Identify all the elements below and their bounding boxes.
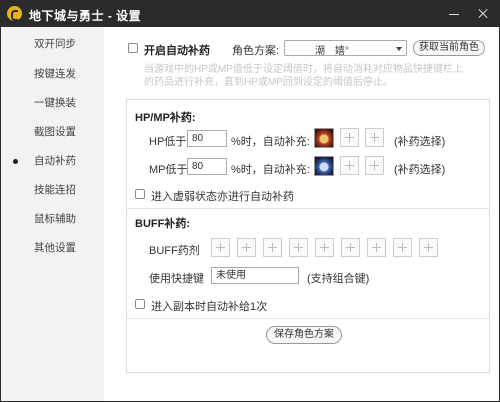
mp-threshold-input[interactable]: 80	[187, 158, 227, 175]
minimize-icon[interactable]	[446, 5, 462, 21]
hp-add-potion-plus-icon[interactable]	[340, 128, 359, 147]
hotkey-input[interactable]: 未使用	[211, 267, 299, 284]
app-logo-icon	[7, 6, 22, 21]
get-current-role-button[interactable]: 获取当前角色	[413, 40, 485, 56]
sidebar-nav: 双开同步 按键连发 一键换装 截图设置 自动补药 技能连招 鼠标辅助 其他设置	[1, 27, 104, 401]
role-scheme-value: 潮 嬉°	[315, 46, 349, 57]
buff-slot-plus-icon[interactable]	[237, 238, 256, 257]
mp-add-potion-plus-icon[interactable]	[365, 156, 384, 175]
hp-threshold-label: HP低于	[149, 136, 187, 148]
settings-window: 地下城与勇士 - 设置 双开同步 按键连发 一键换装 截图设置 自动补药 技能连…	[0, 0, 500, 402]
section-divider	[127, 208, 489, 209]
close-icon[interactable]	[475, 5, 491, 21]
hint-line-2: 的药品进行补充，直到HP或MP回到设定的阈值后停止。	[144, 77, 393, 88]
main-content: 开启自动补药 角色方案: 潮 嬉° 获取当前角色 当游戏中的HP或MP值低于设定…	[104, 27, 499, 401]
buff-slot-plus-icon[interactable]	[419, 238, 438, 257]
sidebar-item-other[interactable]: 其他设置	[1, 237, 104, 259]
role-scheme-select[interactable]: 潮 嬉°	[284, 40, 407, 57]
mp-threshold-suffix: %时，自动补充:	[231, 164, 310, 176]
buff-slot-plus-icon[interactable]	[263, 238, 282, 257]
buff-slot-plus-icon[interactable]	[341, 238, 360, 257]
sidebar-item-mouse-assist[interactable]: 鼠标辅助	[1, 208, 104, 230]
enable-auto-potion-checkbox[interactable]	[128, 43, 138, 53]
mp-potion-icon[interactable]	[314, 156, 334, 176]
potion-settings-panel: HP/MP补药: HP低于 80 %时，自动补充: (补药选择) MP低于 80…	[126, 99, 490, 373]
hotkey-label: 使用快捷键	[149, 273, 204, 285]
buff-potion-label: BUFF药剂	[149, 245, 200, 257]
mp-threshold-label: MP低于	[149, 164, 188, 176]
buff-slot-plus-icon[interactable]	[211, 238, 230, 257]
hpmp-section-title: HP/MP补药:	[135, 112, 196, 124]
enable-auto-potion-label: 开启自动补药	[144, 45, 210, 57]
mp-add-potion-plus-icon[interactable]	[340, 156, 359, 175]
chevron-down-icon	[396, 47, 402, 51]
section-divider	[127, 318, 489, 319]
sidebar-item-screenshot[interactable]: 截图设置	[1, 121, 104, 143]
dungeon-auto-supply-checkbox[interactable]	[135, 299, 145, 309]
weak-state-checkbox[interactable]	[135, 189, 145, 199]
buff-slot-plus-icon[interactable]	[393, 238, 412, 257]
buff-section-title: BUFF补药:	[135, 218, 190, 230]
save-role-scheme-button[interactable]: 保存角色方案	[266, 326, 342, 344]
sidebar-item-auto-potion[interactable]: 自动补药	[1, 150, 104, 172]
hp-potion-select-hint: (补药选择)	[394, 136, 446, 148]
sidebar-item-skill-combo[interactable]: 技能连招	[1, 179, 104, 201]
hp-threshold-input[interactable]: 80	[187, 130, 227, 147]
hp-add-potion-plus-icon[interactable]	[365, 128, 384, 147]
weak-state-label: 进入虚弱状态亦进行自动补药	[151, 191, 294, 203]
sidebar-item-multi-sync[interactable]: 双开同步	[1, 33, 104, 55]
buff-slot-plus-icon[interactable]	[289, 238, 308, 257]
dungeon-auto-supply-label: 进入副本时自动补给1次	[151, 301, 268, 313]
sidebar-item-quick-equip[interactable]: 一键换装	[1, 92, 104, 114]
role-scheme-label: 角色方案:	[232, 45, 280, 57]
hotkey-hint: (支持组合键)	[307, 273, 370, 285]
buff-slot-plus-icon[interactable]	[367, 238, 386, 257]
window-title: 地下城与勇士 - 设置	[29, 9, 142, 23]
buff-slot-plus-icon[interactable]	[315, 238, 334, 257]
sidebar-item-key-repeat[interactable]: 按键连发	[1, 63, 104, 85]
hp-potion-icon[interactable]	[314, 128, 334, 148]
mp-potion-select-hint: (补药选择)	[394, 164, 446, 176]
title-bar: 地下城与勇士 - 设置	[1, 1, 499, 27]
hint-line-1: 当游戏中的HP或MP值低于设定阈值时，将自动消耗对应物品快捷键栏上	[144, 64, 463, 75]
hp-threshold-suffix: %时，自动补充:	[231, 136, 310, 148]
